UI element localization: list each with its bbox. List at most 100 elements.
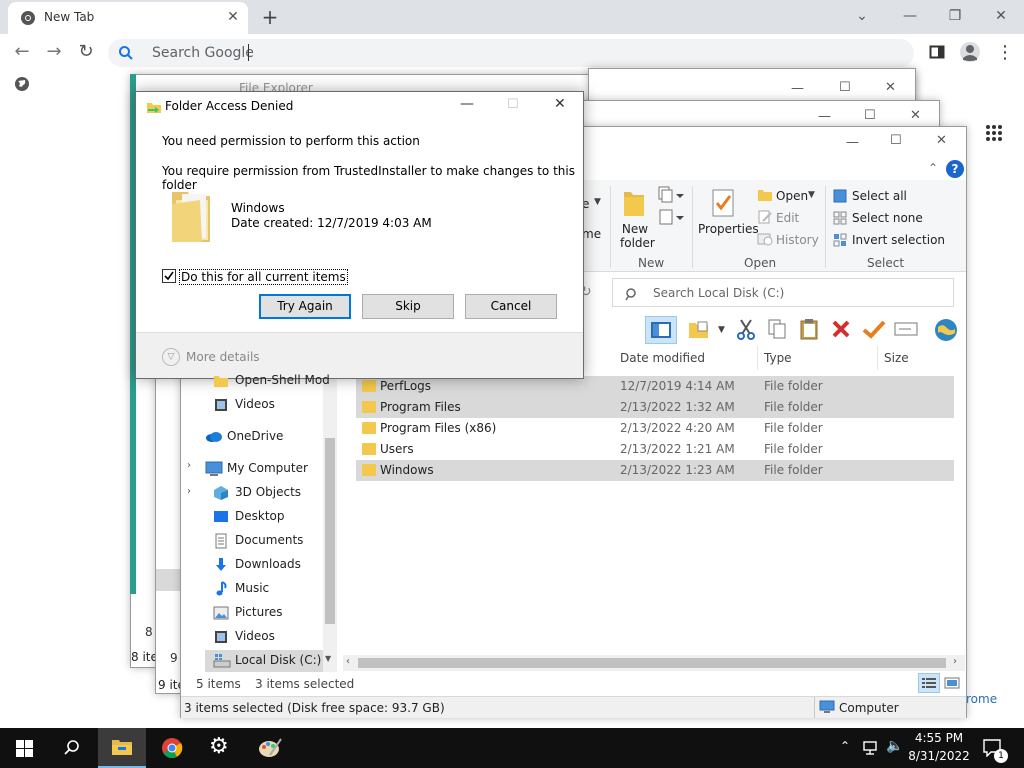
chrome-tab-search-icon[interactable]: ⌄ — [842, 4, 882, 28]
more-details-chevron-icon[interactable]: ▽ — [162, 348, 180, 366]
nav-item[interactable]: OneDrive — [197, 426, 317, 448]
column-type[interactable]: Type — [764, 351, 792, 365]
minimize-icon[interactable]: — — [818, 109, 831, 124]
tab-new-tab[interactable]: New Tab ✕ — [8, 2, 248, 34]
network-globe-icon[interactable] — [933, 317, 959, 343]
column-divider[interactable] — [877, 346, 878, 370]
table-row[interactable]: Program Files 2/13/2022 1:32 AM File folde… — [356, 397, 954, 418]
scroll-left-arrow-icon[interactable]: ‹ — [346, 656, 350, 667]
help-icon[interactable]: ? — [946, 160, 964, 178]
open-dropdown-icon[interactable]: ▼ — [808, 190, 815, 200]
taskbar-paint[interactable] — [246, 728, 294, 768]
nav-item[interactable]: Music — [205, 578, 325, 600]
back-arrow-icon[interactable]: ← — [10, 40, 34, 64]
details-view-button[interactable] — [918, 673, 940, 693]
minimize-icon[interactable]: — — [791, 81, 804, 96]
new-tab-button[interactable]: + — [258, 5, 282, 29]
taskbar-chrome[interactable] — [148, 728, 196, 768]
column-divider[interactable] — [757, 346, 758, 370]
properties-button[interactable]: Properties — [698, 222, 759, 236]
nav-item[interactable]: 3D Objects — [205, 482, 325, 504]
volume-icon[interactable]: 🔈 — [886, 738, 903, 754]
nav-item[interactable]: Open-Shell Mod — [205, 370, 330, 392]
skip-button[interactable]: Skip — [362, 294, 454, 319]
chrome-close-button[interactable]: ✕ — [981, 4, 1021, 28]
paste-icon[interactable] — [799, 318, 819, 340]
delete-icon[interactable] — [831, 319, 851, 339]
tab-close-icon[interactable]: ✕ — [224, 8, 242, 26]
forward-arrow-icon[interactable]: → — [42, 40, 66, 64]
column-size[interactable]: Size — [884, 351, 909, 365]
nav-scrollbar[interactable]: ▼ — [323, 370, 337, 672]
dialog-minimize-button[interactable]: — — [460, 96, 474, 112]
explorer-close-button[interactable]: ✕ — [936, 133, 947, 148]
invert-selection-button[interactable]: Invert selection — [852, 233, 945, 247]
windows-start-icon[interactable] — [16, 740, 33, 757]
table-row[interactable]: PerfLogs 12/7/2019 4:14 AM File folder — [356, 376, 954, 397]
ribbon-collapse-icon[interactable]: ⌃ — [928, 161, 938, 175]
tray-chevron-icon[interactable]: ⌃ — [840, 739, 850, 753]
copy-icon[interactable] — [767, 318, 787, 340]
expand-chevron-icon[interactable]: › — [187, 460, 191, 471]
new-folder-icon[interactable] — [622, 188, 646, 218]
column-date-modified[interactable]: Date modified — [620, 351, 705, 365]
nav-item[interactable]: Downloads — [205, 554, 325, 576]
do-this-for-all-checkbox[interactable] — [162, 269, 176, 283]
new-item-icons[interactable] — [658, 186, 684, 228]
taskbar-file-explorer[interactable] — [98, 728, 146, 768]
cut-icon[interactable] — [736, 318, 756, 340]
close-icon[interactable]: ✕ — [910, 108, 921, 123]
clock-time[interactable]: 4:55 PM — [907, 731, 971, 745]
explorer-minimize-button[interactable]: — — [846, 135, 859, 150]
maximize-icon[interactable]: ☐ — [839, 80, 851, 95]
table-row[interactable]: Windows 2/13/2022 1:23 AM File folder — [356, 460, 954, 481]
more-details-link[interactable]: More details — [186, 350, 260, 364]
folder-options-icon[interactable] — [688, 320, 714, 340]
rename-icon[interactable] — [894, 320, 918, 338]
taskbar-settings[interactable]: ⚙ — [197, 728, 245, 768]
table-row[interactable]: Users 2/13/2022 1:21 AM File folder — [356, 439, 954, 460]
profile-avatar-icon[interactable] — [959, 41, 981, 63]
folder-options-dropdown-icon[interactable]: ▼ — [718, 325, 725, 335]
properties-icon[interactable] — [710, 188, 736, 218]
reload-icon[interactable]: ↻ — [74, 40, 98, 64]
globe-icon[interactable] — [14, 76, 30, 92]
select-all-button[interactable]: Select all — [852, 189, 907, 203]
network-icon[interactable] — [862, 740, 880, 756]
open-button[interactable]: Open — [776, 189, 808, 203]
nav-item[interactable]: Videos — [205, 626, 325, 648]
edit-button[interactable]: Edit — [776, 211, 799, 225]
clock-date[interactable]: 8/31/2022 — [907, 749, 971, 763]
explorer-maximize-button[interactable]: ☐ — [890, 133, 902, 148]
history-button[interactable]: History — [776, 233, 819, 247]
maximize-icon[interactable]: ☐ — [864, 108, 876, 123]
apps-grid-icon[interactable] — [985, 124, 1003, 142]
nav-item[interactable]: Local Disk (C:) — [205, 650, 325, 672]
chrome-minimize-button[interactable]: — — [890, 4, 930, 28]
new-folder-button[interactable]: New folder — [620, 222, 655, 250]
omnibox[interactable]: Search Google — [108, 39, 914, 67]
try-again-button[interactable]: Try Again — [259, 294, 351, 319]
cancel-button[interactable]: Cancel — [465, 294, 557, 319]
large-icons-view-icon[interactable] — [944, 677, 960, 689]
close-icon[interactable]: ✕ — [885, 80, 896, 95]
expand-chevron-icon[interactable]: › — [187, 486, 191, 497]
scroll-down-arrow-icon[interactable]: ▼ — [325, 654, 331, 663]
nav-scrollbar-thumb[interactable] — [325, 438, 335, 624]
taskbar-search-icon[interactable] — [63, 739, 81, 757]
table-row[interactable]: Program Files (x86) 2/13/2022 4:20 AM File… — [356, 418, 954, 439]
nav-item[interactable]: Pictures — [205, 602, 325, 624]
view-pane-button[interactable] — [645, 316, 677, 344]
nav-item[interactable]: Desktop — [205, 506, 325, 528]
dropdown-arrow-icon[interactable]: ▼ — [594, 197, 601, 207]
nav-item[interactable]: Videos — [205, 394, 325, 416]
nav-item[interactable]: My Computer — [197, 458, 317, 480]
nav-item[interactable]: Documents — [205, 530, 325, 552]
explorer-search-box[interactable]: Search Local Disk (C:) — [612, 278, 954, 307]
do-this-for-all-label[interactable]: Do this for all current items — [179, 269, 348, 285]
chrome-maximize-button[interactable]: ❐ — [935, 4, 975, 28]
check-icon[interactable] — [862, 319, 886, 339]
chrome-menu-icon[interactable]: ⋮ — [996, 42, 1014, 63]
horizontal-scrollbar[interactable]: ‹ › — [343, 655, 965, 671]
side-panel-icon[interactable] — [929, 44, 945, 60]
